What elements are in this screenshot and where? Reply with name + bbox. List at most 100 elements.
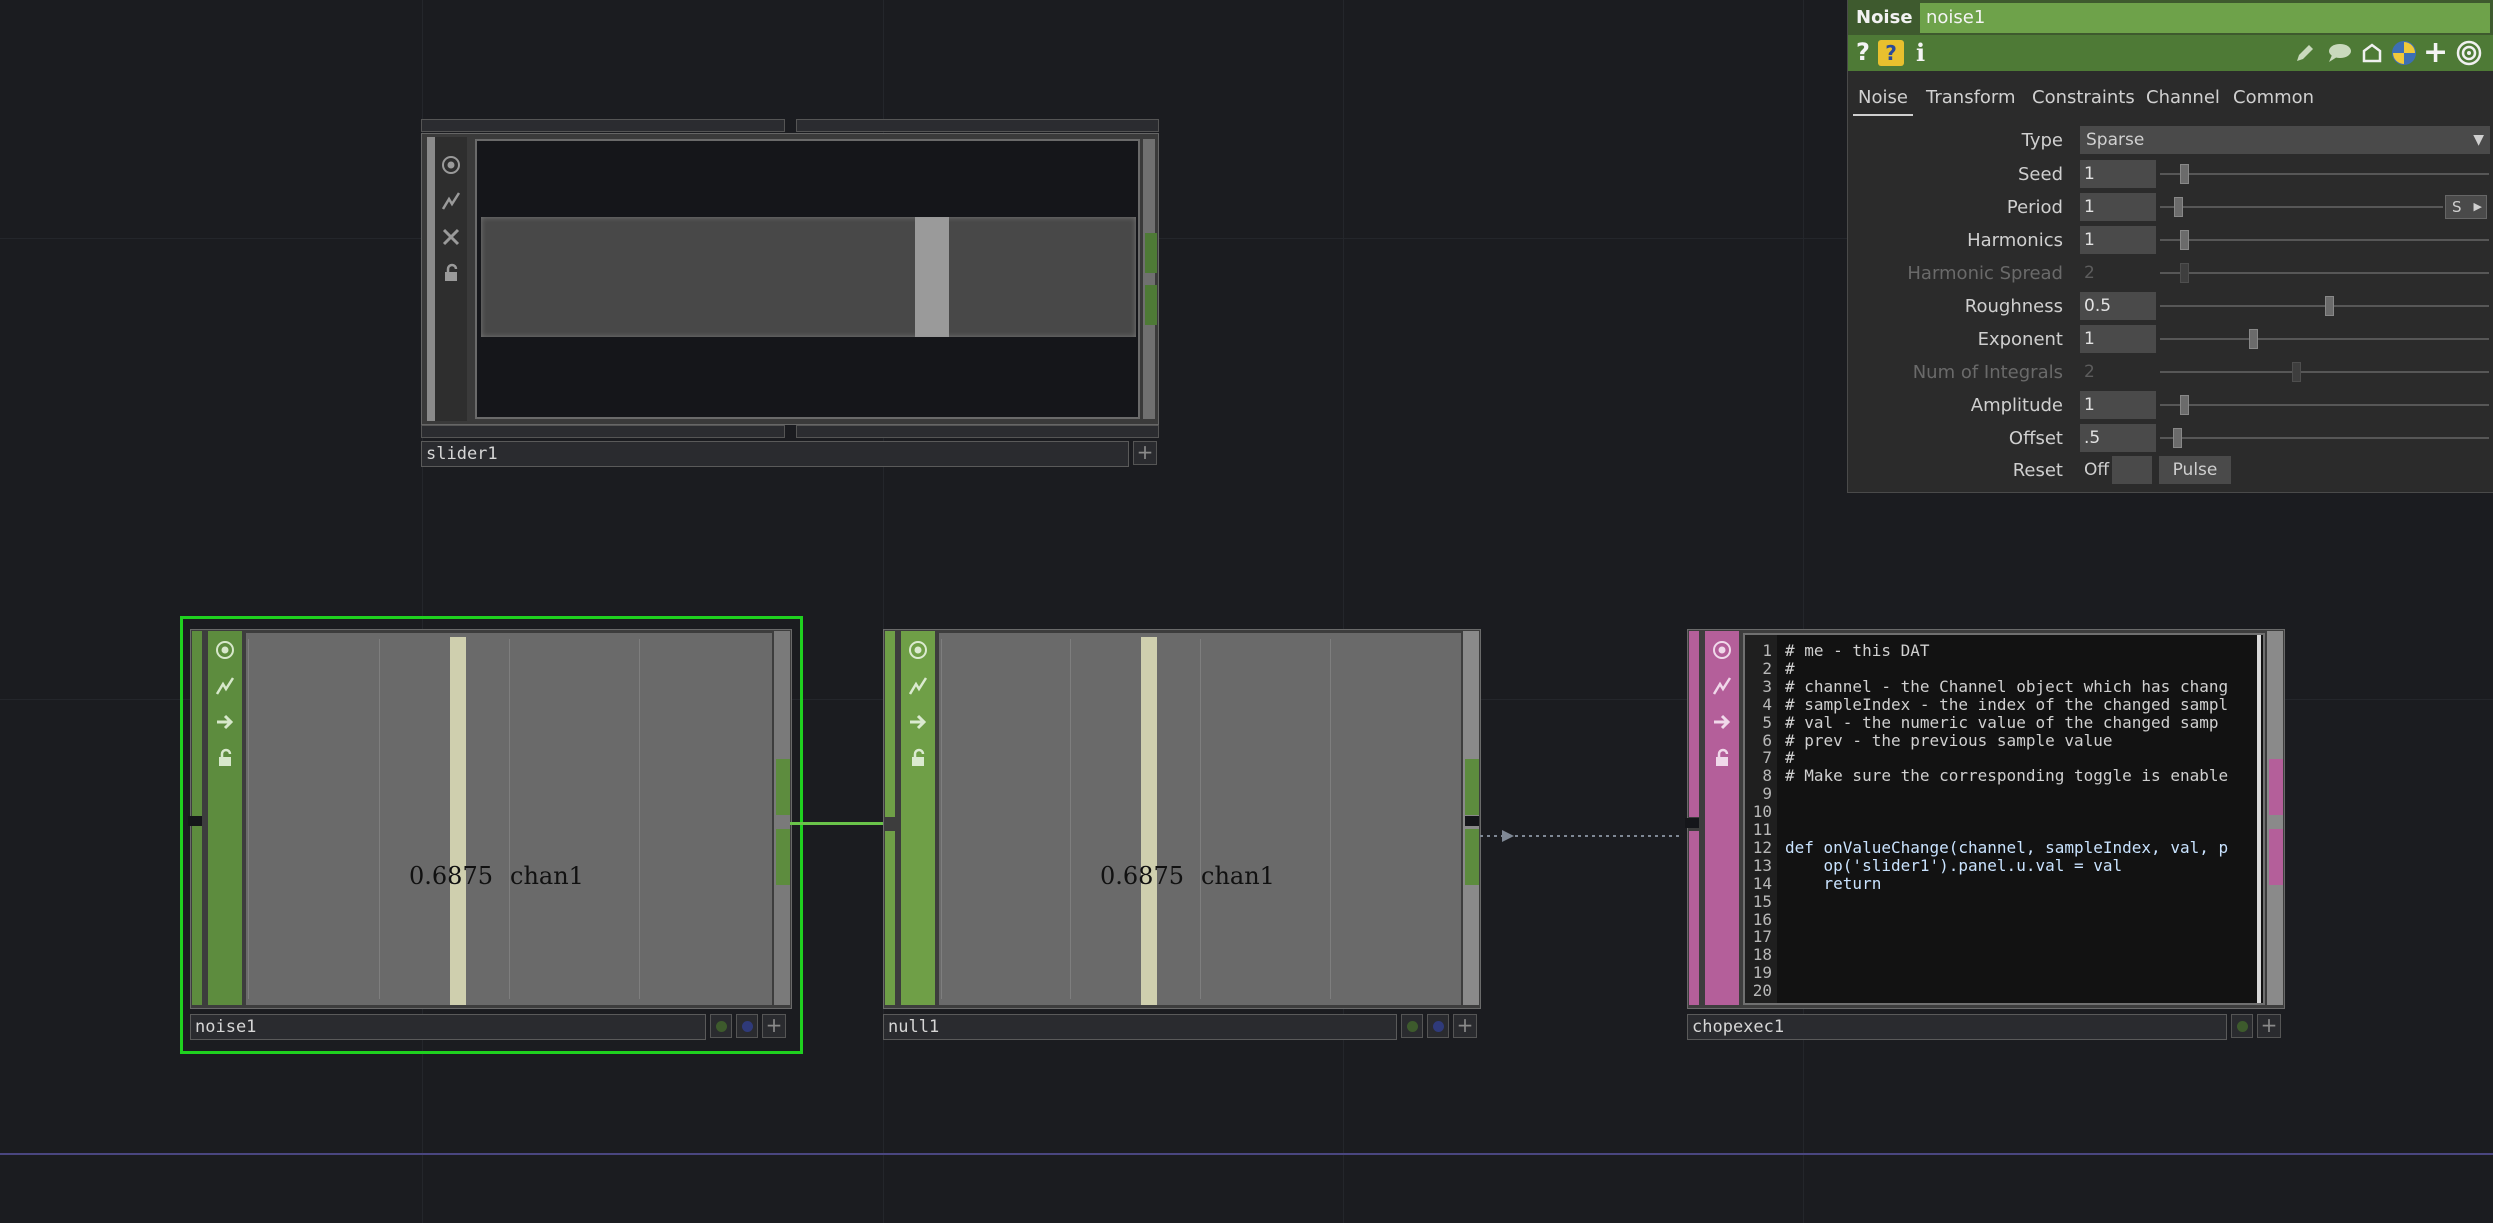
- clone-icon[interactable]: [2360, 41, 2384, 65]
- viewer-active-icon[interactable]: [1708, 636, 1736, 664]
- help-icon[interactable]: ?: [1856, 38, 1870, 66]
- bypass-icon[interactable]: [1708, 672, 1736, 700]
- param-value-field[interactable]: 1: [2080, 160, 2156, 188]
- param-slider-thumb[interactable]: [2179, 230, 2189, 250]
- tab-transform[interactable]: Transform: [1926, 87, 2016, 108]
- bypass-icon[interactable]: [211, 672, 239, 700]
- param-value-field[interactable]: 1: [2080, 391, 2156, 419]
- chopexec1-node[interactable]: 1 # me - this DAT 2 #3 # channel - the Chann…: [1685, 629, 2285, 1043]
- slider-output-connector[interactable]: [1145, 233, 1157, 273]
- export-arrow-icon[interactable]: [1708, 708, 1736, 736]
- export-arrow-icon[interactable]: [211, 708, 239, 736]
- tab-channel[interactable]: Channel: [2146, 87, 2220, 108]
- comment-icon[interactable]: [2326, 41, 2352, 65]
- null1-node[interactable]: 0.6875 chan1 null1 +: [883, 629, 1481, 1043]
- bypass-icon[interactable]: [437, 187, 465, 215]
- null1-export-connector[interactable]: [1465, 816, 1479, 826]
- add-icon[interactable]: +: [2423, 38, 2448, 68]
- chopexec1-viewer-flag[interactable]: [2231, 1014, 2253, 1038]
- null1-output-connector[interactable]: [1465, 759, 1479, 815]
- param-slider-thumb[interactable]: [2173, 428, 2183, 448]
- param-slider-track[interactable]: [2160, 329, 2489, 349]
- chopexec1-output-connector[interactable]: [2269, 829, 2283, 885]
- cook-flag-icon[interactable]: [437, 223, 465, 251]
- noise1-add-button[interactable]: +: [762, 1014, 786, 1038]
- noise1-viewer-flag[interactable]: [710, 1014, 732, 1038]
- param-slider-thumb[interactable]: [2248, 329, 2258, 349]
- chopexec1-name-label[interactable]: chopexec1: [1687, 1014, 2227, 1040]
- param-value-field[interactable]: 1: [2080, 325, 2156, 353]
- param-slider-thumb[interactable]: [2179, 164, 2189, 184]
- viewer-active-icon[interactable]: [904, 636, 932, 664]
- null1-name-label[interactable]: null1: [883, 1014, 1397, 1040]
- period-units-button[interactable]: S ▶: [2445, 195, 2487, 219]
- param-value-field[interactable]: .5: [2080, 424, 2156, 452]
- code-line: 19: [1745, 964, 2263, 982]
- lock-icon[interactable]: [904, 744, 932, 772]
- viewer-active-icon[interactable]: [211, 636, 239, 664]
- param-slider-track[interactable]: [2160, 296, 2489, 316]
- null1-add-button[interactable]: +: [1453, 1014, 1477, 1038]
- null-chopexec-link[interactable]: [1480, 826, 1690, 846]
- python-icon[interactable]: [2391, 40, 2417, 66]
- noise1-display-flag[interactable]: [736, 1014, 758, 1038]
- slider-track[interactable]: [481, 217, 1136, 337]
- chopexec1-code-viewer[interactable]: 1 # me - this DAT 2 #3 # channel - the Chann…: [1743, 633, 2265, 1005]
- slider-output-connector[interactable]: [1145, 285, 1157, 325]
- info-icon[interactable]: i: [1916, 38, 1925, 67]
- noise1-viewer[interactable]: 0.6875 chan1: [246, 633, 772, 1005]
- param-slider-track[interactable]: [2160, 197, 2443, 217]
- bypass-icon[interactable]: [904, 672, 932, 700]
- slider-handle[interactable]: [915, 217, 949, 337]
- noise1-name-label[interactable]: noise1: [190, 1014, 706, 1040]
- chopexec1-add-button[interactable]: +: [2257, 1014, 2281, 1038]
- timeline-cursor[interactable]: [1141, 637, 1157, 1005]
- param-value-field[interactable]: 1: [2080, 226, 2156, 254]
- noise1-node[interactable]: 0.6875 chan1 noise1 +: [188, 629, 792, 1043]
- timeline-cursor[interactable]: [450, 637, 466, 1005]
- chopexec1-input-connector[interactable]: [1685, 818, 1699, 828]
- param-slider-track[interactable]: [2160, 230, 2489, 250]
- lock-icon[interactable]: [211, 744, 239, 772]
- lock-icon[interactable]: [1708, 744, 1736, 772]
- slider1-add-button[interactable]: +: [1133, 441, 1157, 465]
- slider1-node[interactable]: slider1 +: [421, 119, 1159, 469]
- lock-icon[interactable]: [437, 259, 465, 287]
- param-slider-thumb[interactable]: [2179, 395, 2189, 415]
- param-slider-thumb[interactable]: [2324, 296, 2334, 316]
- null1-output-connector[interactable]: [1465, 829, 1479, 885]
- noise1-input-connector[interactable]: [188, 816, 202, 826]
- code-scrollbar[interactable]: [2257, 635, 2261, 1003]
- param-slider-track[interactable]: [2160, 164, 2489, 184]
- param-value-field[interactable]: 0.5: [2080, 292, 2156, 320]
- param-slider-thumb[interactable]: [2174, 197, 2184, 217]
- param-slider-track[interactable]: [2160, 395, 2489, 415]
- noise-null-link[interactable]: [790, 822, 884, 825]
- code-line: 11: [1745, 821, 2263, 839]
- null1-display-flag[interactable]: [1427, 1014, 1449, 1038]
- viewer-active-icon[interactable]: [437, 151, 465, 179]
- null1-viewer[interactable]: 0.6875 chan1: [939, 633, 1461, 1005]
- null1-viewer-flag[interactable]: [1401, 1014, 1423, 1038]
- type-dropdown[interactable]: Sparse ▼: [2080, 126, 2490, 154]
- python-help-icon[interactable]: ?: [1878, 40, 1904, 66]
- viewer-grid-line: [941, 639, 942, 999]
- tab-common[interactable]: Common: [2233, 87, 2314, 108]
- channel-value: 0.6875: [1100, 862, 1184, 890]
- param-slider-track[interactable]: [2160, 428, 2489, 448]
- noise1-output-connector[interactable]: [776, 829, 790, 885]
- tab-noise[interactable]: Noise: [1858, 87, 1908, 108]
- slider-viewer[interactable]: [475, 139, 1140, 419]
- chopexec1-output-connector[interactable]: [2269, 759, 2283, 815]
- code-line: 7 #: [1745, 749, 2263, 767]
- export-arrow-icon[interactable]: [904, 708, 932, 736]
- edit-icon[interactable]: [2293, 41, 2317, 65]
- slider1-name-label[interactable]: slider1: [421, 441, 1129, 467]
- noise1-output-connector[interactable]: [776, 759, 790, 815]
- tab-constraints[interactable]: Constraints: [2032, 87, 2135, 108]
- target-icon[interactable]: [2456, 40, 2482, 66]
- param-value-field[interactable]: 1: [2080, 193, 2156, 221]
- reset-toggle[interactable]: [2112, 456, 2152, 484]
- op-name-field[interactable]: noise1: [1920, 3, 2490, 33]
- pulse-button[interactable]: Pulse: [2159, 456, 2231, 484]
